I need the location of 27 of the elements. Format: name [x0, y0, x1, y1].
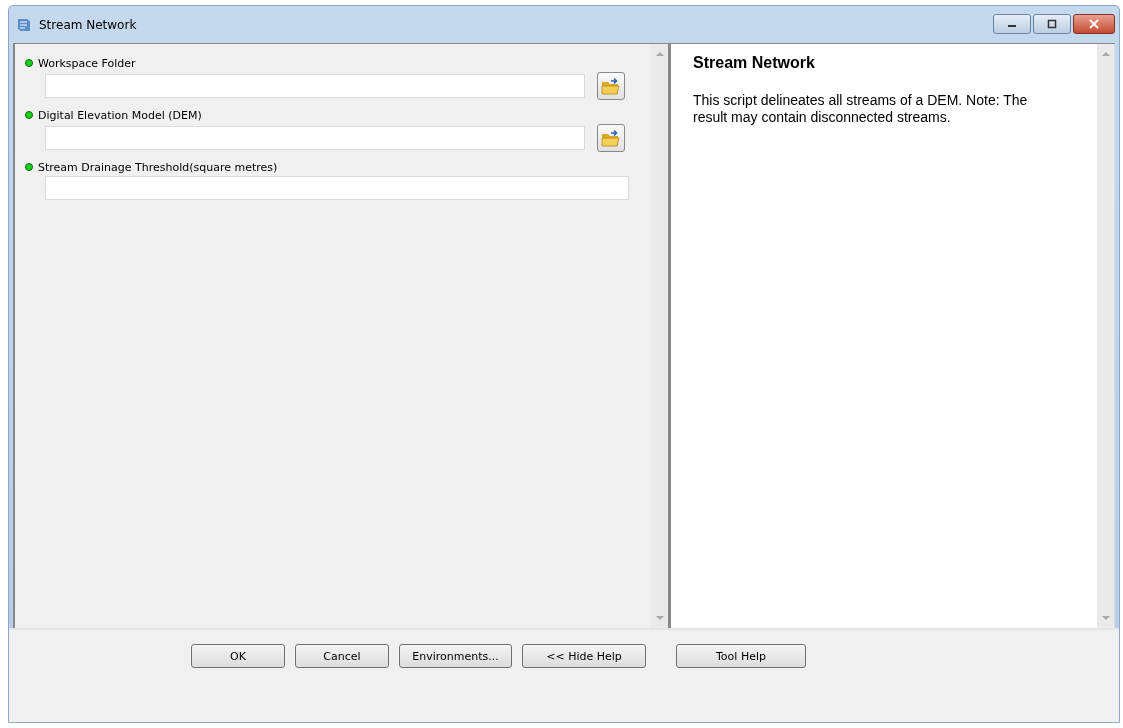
folder-icon	[601, 129, 621, 147]
parameter-label: Digital Elevation Model (DEM)	[38, 108, 202, 122]
help-text: This script delineates all streams of a DEM. Note: The result may contain disconnected streams.	[693, 92, 1029, 126]
scroll-down-icon[interactable]	[655, 616, 664, 620]
input-field[interactable]	[45, 176, 629, 200]
scroll-up-icon[interactable]	[655, 52, 664, 56]
dialog-button[interactable]: OK	[191, 644, 285, 668]
parameter-label: Stream Drainage Threshold(square metres)	[38, 160, 278, 174]
scroll-down-icon[interactable]	[1101, 616, 1110, 620]
parameter-label: Workspace Folder	[38, 56, 136, 70]
maximize-button[interactable]	[1033, 14, 1071, 34]
dialog-button[interactable]: Environments...	[399, 644, 512, 668]
window-title: Stream Network	[39, 17, 138, 32]
dialog-button[interactable]: Tool Help	[676, 644, 806, 668]
dialog-button[interactable]: Cancel	[295, 644, 389, 668]
close-icon	[1088, 19, 1100, 29]
browse-button[interactable]	[597, 124, 625, 152]
input-field[interactable]	[45, 126, 585, 150]
scroll-up-icon[interactable]	[1101, 52, 1110, 56]
minimize-button[interactable]	[993, 14, 1031, 34]
input-field[interactable]	[45, 74, 585, 98]
dialog-button[interactable]: << Hide Help	[522, 644, 646, 668]
folder-icon	[601, 77, 621, 95]
help-title: Stream Network	[693, 54, 816, 72]
maximize-icon	[1046, 19, 1058, 29]
browse-button[interactable]	[597, 72, 625, 100]
close-button[interactable]	[1073, 14, 1115, 34]
